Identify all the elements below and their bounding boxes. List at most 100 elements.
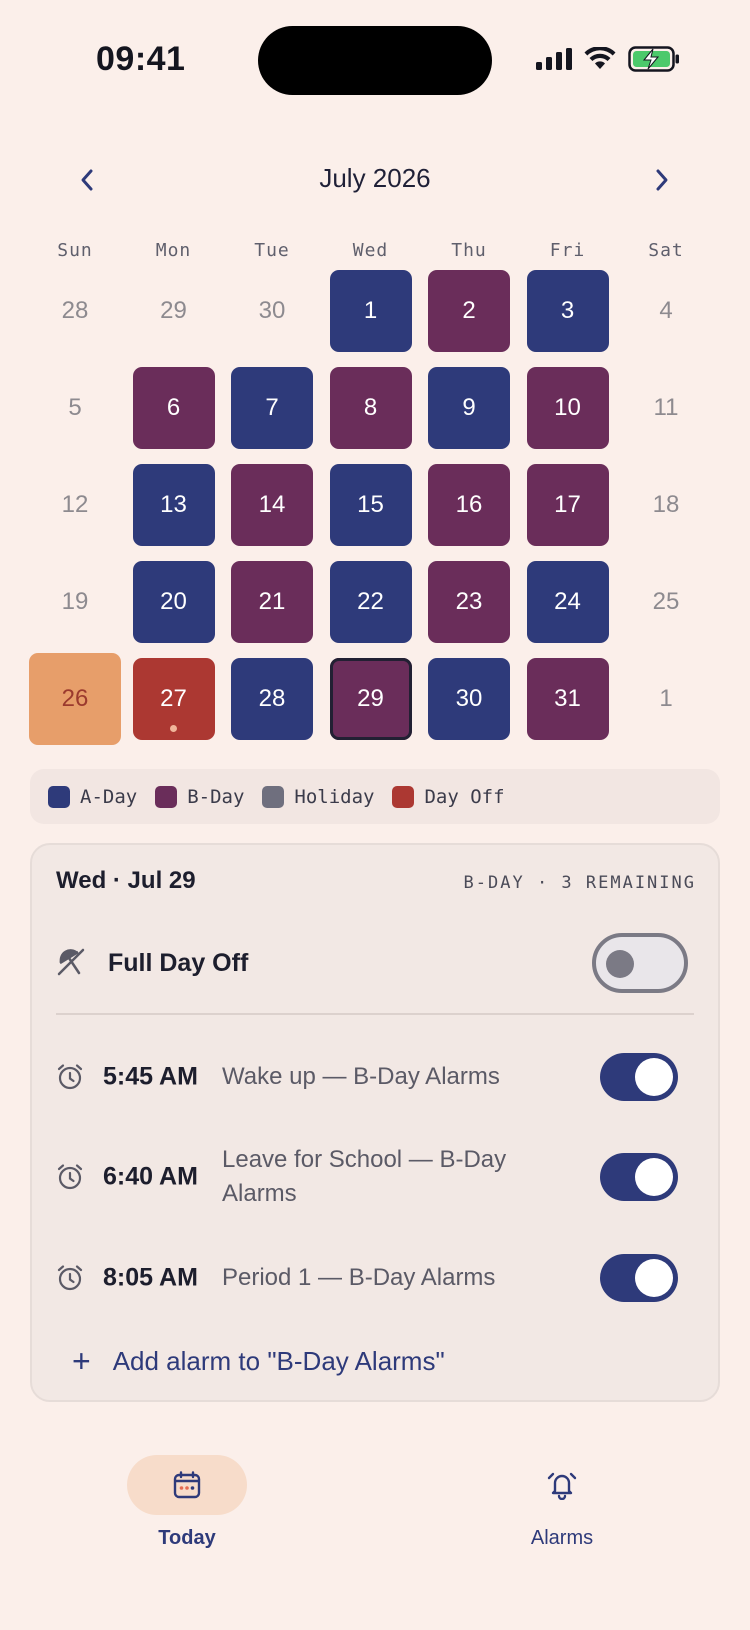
legend-swatch — [262, 785, 285, 808]
weekday-header: Sun Mon Tue Wed Thu Fri Sat — [30, 240, 720, 264]
day-number: 9 — [462, 394, 476, 421]
calendar-day[interactable]: 20 — [132, 561, 215, 643]
calendar-day[interactable]: 16 — [428, 464, 510, 546]
day-number: 26 — [61, 685, 89, 712]
alarm-row[interactable]: 5:45 AM Wake up — B-Day Alarms — [56, 1037, 694, 1117]
tab-alarms[interactable]: Alarms — [462, 1455, 662, 1550]
day-type-status: B-DAY · 3 REMAINING — [463, 873, 696, 893]
toggle-knob — [635, 1058, 673, 1096]
calendar-day[interactable]: 4 — [625, 270, 707, 352]
calendar-day[interactable]: 8 — [329, 367, 412, 449]
alarm-toggle[interactable] — [600, 1254, 678, 1302]
wifi-icon — [584, 47, 616, 69]
weekday-label: Sat — [648, 240, 684, 261]
calendar-legend: A-Day B-Day Holiday Day Off — [30, 769, 720, 824]
calendar-day[interactable]: 28 — [231, 658, 313, 740]
day-number: 1 — [659, 685, 673, 712]
alarm-label: Period 1 — B-Day Alarms — [222, 1264, 496, 1291]
battery-charging-icon — [628, 46, 679, 72]
calendar-day[interactable]: 10 — [526, 367, 609, 449]
weekday-label: Fri — [549, 240, 586, 261]
day-number: 21 — [258, 588, 286, 615]
day-number: 4 — [659, 297, 673, 324]
calendar-day[interactable]: 22 — [329, 561, 412, 643]
calendar-day[interactable]: 29 — [133, 270, 215, 352]
calendar-day[interactable]: 17 — [526, 464, 609, 546]
alarm-clock-icon — [57, 1064, 83, 1090]
dynamic-island — [258, 26, 492, 95]
calendar-day[interactable]: 30 — [428, 658, 510, 740]
calendar-day[interactable]: 6 — [132, 367, 215, 449]
day-number: 22 — [357, 588, 384, 615]
add-alarm-button[interactable]: + Add alarm to "B-Day Alarms" — [72, 1345, 445, 1377]
event-indicator-dot — [170, 725, 177, 732]
calendar-day[interactable]: 31 — [526, 658, 609, 740]
divider — [56, 1013, 694, 1015]
alarm-row[interactable]: 8:05 AM Period 1 — B-Day Alarms — [56, 1238, 694, 1318]
alarm-toggle[interactable] — [600, 1053, 678, 1101]
calendar-day[interactable]: 3 — [526, 270, 609, 352]
day-number: 29 — [160, 297, 187, 324]
calendar-grid: 28 29 30 1 2 3 4 5 6 7 8 9 10 11 12 13 14 15 16 17 18 19 20 21 2… — [29, 270, 720, 750]
day-number: 12 — [61, 491, 89, 518]
signal-icon — [536, 48, 572, 70]
day-number: 7 — [265, 394, 279, 421]
full-day-off-toggle[interactable] — [592, 933, 688, 993]
day-number: 20 — [160, 588, 187, 615]
day-number: 28 — [258, 685, 286, 712]
legend-item-b-day: B-Day — [155, 785, 244, 808]
weekday-label: Sun — [57, 240, 93, 261]
status-icons — [536, 46, 680, 72]
next-month-button[interactable] — [637, 155, 687, 205]
calendar-day[interactable]: 25 — [625, 561, 707, 643]
calendar-day-selected[interactable]: 29 — [329, 658, 412, 740]
day-number: 17 — [554, 491, 581, 518]
alarm-time: 5:45 AM — [103, 1062, 198, 1091]
day-number: 28 — [61, 297, 89, 324]
calendar-day[interactable]: 11 — [625, 367, 707, 449]
full-day-off-row: Full Day Off — [56, 925, 694, 1001]
calendar-day[interactable]: 1 — [625, 658, 707, 740]
calendar-day[interactable]: 18 — [625, 464, 707, 546]
day-number: 25 — [652, 588, 680, 615]
calendar-day[interactable]: 2 — [428, 270, 510, 352]
chevron-right-icon — [656, 169, 668, 191]
legend-swatch — [392, 785, 415, 808]
day-number: 23 — [455, 588, 483, 615]
alarm-row[interactable]: 6:40 AM Leave for School — B-Day Alarms — [56, 1137, 694, 1217]
day-number: 15 — [357, 491, 384, 518]
alarm-toggle[interactable] — [600, 1153, 678, 1201]
add-alarm-label: Add alarm to "B-Day Alarms" — [112, 1345, 445, 1376]
day-number: 30 — [258, 297, 286, 324]
calendar-day[interactable]: 13 — [132, 464, 215, 546]
weekday-label: Mon — [155, 240, 192, 261]
calendar-day[interactable]: 9 — [428, 367, 510, 449]
calendar-day[interactable]: 27 — [132, 658, 215, 740]
calendar-day-today[interactable]: 26 — [29, 653, 121, 745]
calendar-day[interactable]: 14 — [231, 464, 313, 546]
day-number: 24 — [554, 588, 581, 615]
calendar-day[interactable]: 24 — [526, 561, 609, 643]
calendar-day[interactable]: 19 — [34, 561, 116, 643]
calendar-day[interactable]: 28 — [34, 270, 116, 352]
tab-today[interactable]: Today — [87, 1455, 287, 1550]
calendar-day[interactable]: 23 — [428, 561, 510, 643]
calendar-day[interactable]: 15 — [329, 464, 412, 546]
calendar-day[interactable]: 1 — [329, 270, 412, 352]
tab-alarms-pill — [502, 1455, 622, 1515]
calendar-day[interactable]: 30 — [231, 270, 313, 352]
calendar-day[interactable]: 7 — [231, 367, 313, 449]
toggle-knob — [635, 1158, 673, 1196]
weekday-label: Tue — [254, 240, 290, 261]
legend-item-day-off: Day Off — [392, 785, 505, 808]
calendar-day[interactable]: 5 — [34, 367, 116, 449]
tab-today-pill — [127, 1455, 247, 1515]
day-number: 18 — [652, 491, 680, 518]
calendar-day[interactable]: 21 — [231, 561, 313, 643]
plus-icon: + — [72, 1343, 91, 1379]
calendar-header: July 2026 — [0, 155, 750, 205]
calendar-day[interactable]: 12 — [34, 464, 116, 546]
day-number: 5 — [68, 394, 82, 421]
day-number: 11 — [653, 394, 679, 421]
day-number: 27 — [160, 685, 187, 712]
